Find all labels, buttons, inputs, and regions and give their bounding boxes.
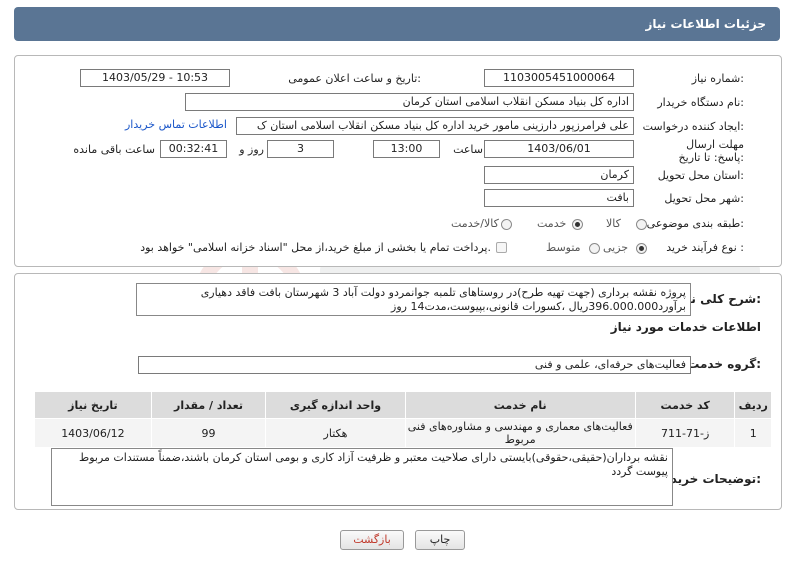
- print-button[interactable]: چاپ: [415, 530, 465, 550]
- announce-field[interactable]: 1403/05/29 - 10:53: [80, 69, 230, 87]
- province-field[interactable]: کرمان: [484, 166, 634, 184]
- process-radio-medium[interactable]: [589, 243, 600, 254]
- cell-service-name: فعالیت‌های معماری و مهندسی و مشاوره‌های …: [404, 418, 636, 448]
- days-field[interactable]: 3: [267, 140, 334, 158]
- remaining-time-field[interactable]: 00:32:41: [160, 140, 227, 158]
- back-button[interactable]: بازگشت: [340, 530, 404, 550]
- process-label: نوع فرآیند خرید :: [666, 241, 744, 254]
- table-row[interactable]: 1 ز-71-711 فعالیت‌های معماری و مهندسی و …: [34, 418, 772, 448]
- category-option-goods: کالا: [606, 217, 621, 230]
- cell-service-code: ز-71-711: [634, 418, 736, 448]
- deadline-date-field[interactable]: 1403/06/01: [484, 140, 634, 158]
- col-service-name: نام خدمت: [404, 391, 636, 419]
- category-radio-goods[interactable]: [636, 219, 647, 230]
- page-header: جزئیات اطلاعات نیاز: [14, 7, 780, 41]
- creator-field[interactable]: علی فرامرزپور دارزینی مامور خرید اداره ک…: [236, 117, 634, 135]
- payment-note: پرداخت تمام یا بخشی از مبلغ خرید،از محل …: [140, 241, 491, 254]
- treasury-checkbox[interactable]: [496, 242, 507, 253]
- need-number-field[interactable]: 1103005451000064: [484, 69, 634, 87]
- cell-quantity: 99: [150, 418, 267, 448]
- col-service-code: کد خدمت: [634, 391, 736, 419]
- contact-buyer-link[interactable]: اطلاعات تماس خریدار: [125, 118, 227, 131]
- services-table: ردیف کد خدمت نام خدمت واحد اندازه گیری ت…: [34, 391, 772, 448]
- col-row-number: ردیف: [734, 391, 772, 419]
- col-quantity: تعداد / مقدار: [150, 391, 267, 419]
- creator-label: ایجاد کننده درخواست:: [642, 120, 744, 133]
- announce-label: تاریخ و ساعت اعلان عمومی:: [288, 72, 421, 85]
- need-number-label: شماره نیاز:: [691, 72, 744, 85]
- deadline-label: مهلت ارسال پاسخ: تا تاریخ:: [678, 138, 744, 164]
- buyer-notes-label: توضیحات خریدار:: [659, 472, 761, 486]
- deadline-time-field[interactable]: 13:00: [373, 140, 440, 158]
- category-option-both: کالا/خدمت: [451, 217, 499, 230]
- services-section-title: اطلاعات خدمات مورد نیاز: [610, 320, 761, 334]
- service-group-field[interactable]: فعالیت‌های حرفه‌ای، علمی و فنی: [138, 356, 691, 374]
- category-option-service: خدمت: [537, 217, 567, 230]
- city-field[interactable]: بافت: [484, 189, 634, 207]
- cell-row-number: 1: [734, 418, 772, 448]
- col-unit: واحد اندازه گیری: [265, 391, 406, 419]
- buyer-notes-textarea[interactable]: نقشه برداران(حقیقی،حقوقی)بایستی دارای صل…: [51, 448, 673, 506]
- buyer-org-label: نام دستگاه خریدار:: [657, 96, 744, 109]
- process-option-minor: جزیی: [603, 241, 629, 254]
- cell-need-date: 1403/06/12: [34, 418, 152, 448]
- table-header-row: ردیف کد خدمت نام خدمت واحد اندازه گیری ت…: [34, 391, 772, 419]
- remaining-label: ساعت باقی مانده: [73, 143, 155, 156]
- province-label: استان محل تحویل:: [657, 169, 744, 182]
- category-radio-service[interactable]: [572, 219, 583, 230]
- category-label: طبقه بندی موضوعی:: [646, 217, 744, 230]
- cell-unit: هکتار: [265, 418, 406, 448]
- city-label: شهر محل تحویل:: [664, 192, 744, 205]
- buyer-org-field[interactable]: اداره کل بنیاد مسکن انقلاب اسلامی استان …: [185, 93, 634, 111]
- page-title: جزئیات اطلاعات نیاز: [645, 17, 766, 31]
- service-group-label: گروه خدمت:: [687, 357, 761, 371]
- summary-textarea[interactable]: پروژه نقشه برداری (جهت تهیه طرح)در روستا…: [136, 283, 691, 316]
- time-label: ساعت: [453, 143, 483, 156]
- col-need-date: تاریخ نیاز: [34, 391, 152, 419]
- days-label: روز و: [239, 143, 264, 156]
- process-radio-minor[interactable]: [636, 243, 647, 254]
- process-option-medium: متوسط: [546, 241, 581, 254]
- category-radio-both[interactable]: [501, 219, 512, 230]
